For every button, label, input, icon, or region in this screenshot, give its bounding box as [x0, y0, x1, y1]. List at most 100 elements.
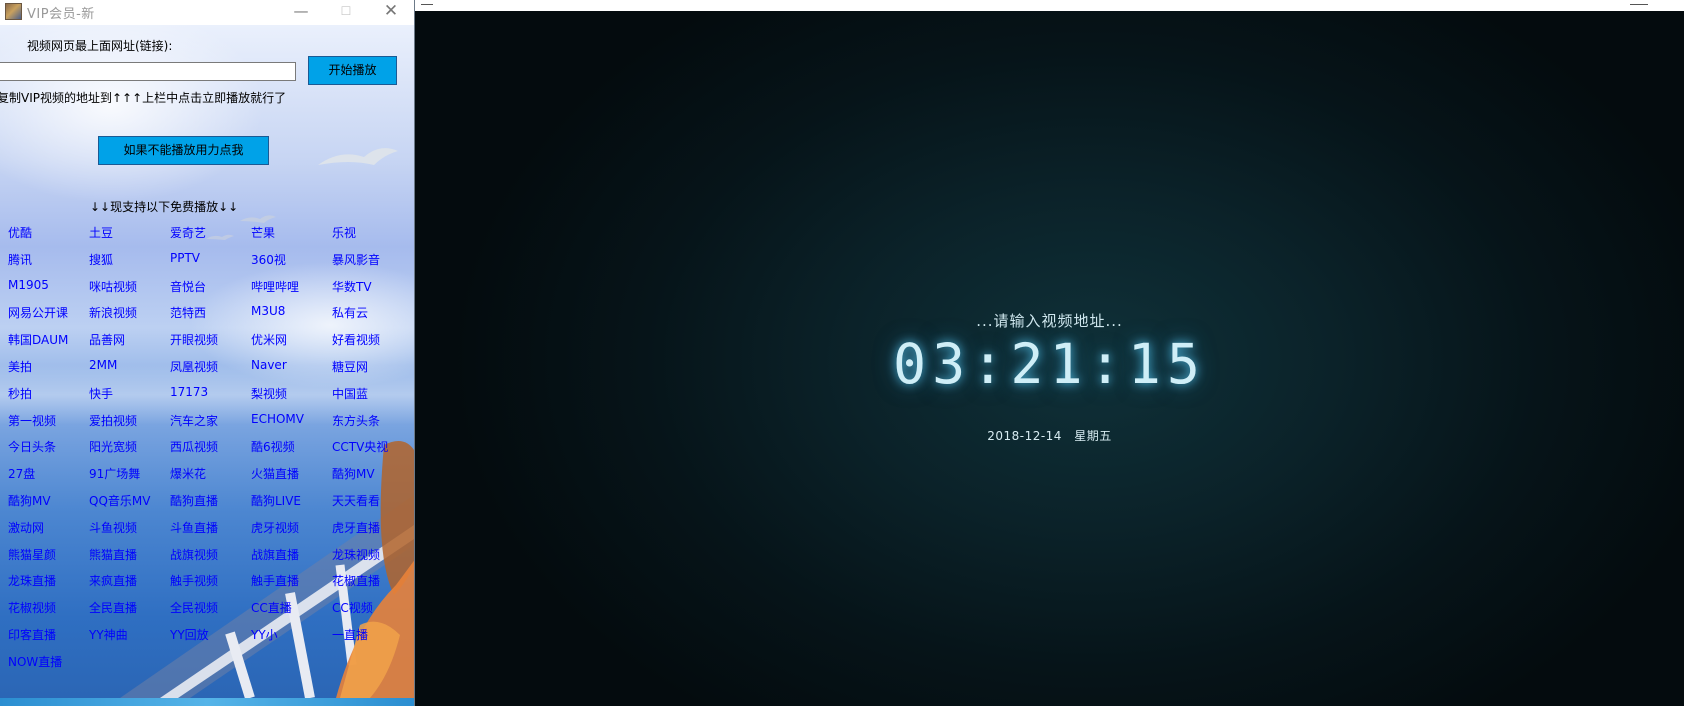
- site-link[interactable]: CCTV央视: [332, 438, 388, 455]
- site-link[interactable]: 腾讯: [8, 251, 32, 268]
- site-link[interactable]: YY神曲: [89, 626, 128, 643]
- minimize-button[interactable]: —: [280, 0, 322, 24]
- site-link[interactable]: ECHOMV: [251, 412, 304, 426]
- minimize-icon[interactable]: [1630, 0, 1648, 5]
- site-link[interactable]: 酷6视频: [251, 438, 295, 455]
- site-link[interactable]: 来疯直播: [89, 572, 137, 589]
- site-link[interactable]: 全民直播: [89, 599, 137, 616]
- vip-window: VIP会员-新 — ☐ ✕ 视频网页最上面网址(链接): 开始播放 复制VIP视…: [0, 0, 414, 706]
- site-row: 美拍 2MM 凤凰视频 Naver 糖豆网: [8, 358, 414, 385]
- site-link[interactable]: 秒拍: [8, 385, 32, 402]
- site-link[interactable]: 好看视频: [332, 331, 380, 348]
- site-link[interactable]: 音悦台: [170, 278, 206, 295]
- site-link[interactable]: 凤凰视频: [170, 358, 218, 375]
- site-link[interactable]: 全民视频: [170, 599, 218, 616]
- site-link[interactable]: 梨视频: [251, 385, 287, 402]
- site-link[interactable]: YY回放: [170, 626, 209, 643]
- site-link[interactable]: 搜狐: [89, 251, 113, 268]
- supported-sites-label: ↓↓现支持以下免费播放↓↓: [90, 200, 239, 214]
- site-link[interactable]: 酷狗MV: [8, 492, 51, 509]
- site-link[interactable]: 西瓜视频: [170, 438, 218, 455]
- site-link[interactable]: 开眼视频: [170, 331, 218, 348]
- site-link[interactable]: 触手直播: [251, 572, 299, 589]
- site-link[interactable]: 战旗视频: [170, 546, 218, 563]
- site-link[interactable]: 新浪视频: [89, 304, 137, 321]
- site-link[interactable]: 花椒直播: [332, 572, 380, 589]
- site-link[interactable]: 东方头条: [332, 412, 380, 429]
- site-link[interactable]: 火猫直播: [251, 465, 299, 482]
- site-link[interactable]: 乐视: [332, 224, 356, 241]
- client-area: 视频网页最上面网址(链接): 开始播放 复制VIP视频的地址到↑↑↑上栏中点击立…: [0, 25, 414, 698]
- weekday-text: 星期五: [1074, 429, 1112, 443]
- site-link[interactable]: 2MM: [89, 358, 117, 372]
- site-link[interactable]: 暴风影音: [332, 251, 380, 268]
- site-link[interactable]: 天天看看: [332, 492, 380, 509]
- site-link[interactable]: 美拍: [8, 358, 32, 375]
- site-link[interactable]: 网易公开课: [8, 304, 68, 321]
- site-link[interactable]: YY小: [251, 626, 278, 643]
- site-link[interactable]: CC视频: [332, 599, 373, 616]
- site-link[interactable]: 阳光宽频: [89, 438, 137, 455]
- site-link[interactable]: 激动网: [8, 519, 44, 536]
- site-link[interactable]: 龙珠直播: [8, 572, 56, 589]
- site-row: 秒拍 快手 17173 梨视频 中国蓝: [8, 385, 414, 412]
- site-row: 网易公开课 新浪视频 范特西 M3U8 私有云: [8, 304, 414, 331]
- site-link[interactable]: 斗鱼直播: [170, 519, 218, 536]
- site-link[interactable]: Naver: [251, 358, 287, 372]
- site-link[interactable]: QQ音乐MV: [89, 492, 150, 509]
- site-link[interactable]: M3U8: [251, 304, 285, 318]
- site-link[interactable]: 酷狗LIVE: [251, 492, 301, 509]
- site-link[interactable]: M1905: [8, 278, 49, 292]
- player-title-bar[interactable]: [415, 0, 1684, 11]
- site-link[interactable]: 360视: [251, 251, 286, 268]
- site-link[interactable]: 虎牙视频: [251, 519, 299, 536]
- player-window[interactable]: ...请输入视频地址... 03:21:15 2018-12-14 星期五: [415, 0, 1684, 706]
- site-link[interactable]: 今日头条: [8, 438, 56, 455]
- site-link[interactable]: 爱拍视频: [89, 412, 137, 429]
- site-link[interactable]: 糖豆网: [332, 358, 368, 375]
- site-row: 酷狗MV QQ音乐MV 酷狗直播 酷狗LIVE 天天看看: [8, 492, 414, 519]
- site-link[interactable]: 爱奇艺: [170, 224, 206, 241]
- site-link[interactable]: 韩国DAUM: [8, 331, 68, 348]
- site-link[interactable]: 91广场舞: [89, 465, 140, 482]
- site-link[interactable]: 优酷: [8, 224, 32, 241]
- site-link[interactable]: CC直播: [251, 599, 292, 616]
- site-link[interactable]: 27盘: [8, 465, 35, 482]
- site-link[interactable]: 爆米花: [170, 465, 206, 482]
- menu-icon[interactable]: [421, 0, 433, 5]
- site-link[interactable]: 酷狗MV: [332, 465, 375, 482]
- site-link[interactable]: 芒果: [251, 224, 275, 241]
- site-link[interactable]: 战旗直播: [251, 546, 299, 563]
- site-link[interactable]: 熊猫星颜: [8, 546, 56, 563]
- site-link[interactable]: 酷狗直播: [170, 492, 218, 509]
- site-link[interactable]: 私有云: [332, 304, 368, 321]
- site-link[interactable]: 汽车之家: [170, 412, 218, 429]
- title-bar[interactable]: VIP会员-新 — ☐ ✕: [0, 0, 414, 24]
- fallback-help-button[interactable]: 如果不能播放用力点我: [98, 136, 269, 165]
- site-link[interactable]: 土豆: [89, 224, 113, 241]
- site-link[interactable]: 龙珠视频: [332, 546, 380, 563]
- site-link[interactable]: 中国蓝: [332, 385, 368, 402]
- url-input[interactable]: [0, 62, 296, 81]
- site-link[interactable]: 哔哩哔哩: [251, 278, 299, 295]
- site-link[interactable]: 斗鱼视频: [89, 519, 137, 536]
- site-link[interactable]: 品善网: [89, 331, 125, 348]
- site-link[interactable]: PPTV: [170, 251, 200, 265]
- start-play-button[interactable]: 开始播放: [308, 56, 397, 85]
- site-link[interactable]: 优米网: [251, 331, 287, 348]
- site-link[interactable]: 一直播: [332, 626, 368, 643]
- maximize-button[interactable]: ☐: [325, 0, 367, 24]
- site-link[interactable]: 快手: [89, 385, 113, 402]
- close-button[interactable]: ✕: [370, 0, 412, 24]
- site-link[interactable]: 花椒视频: [8, 599, 56, 616]
- site-link[interactable]: 华数TV: [332, 278, 372, 295]
- site-link[interactable]: 印客直播: [8, 626, 56, 643]
- site-link[interactable]: 触手视频: [170, 572, 218, 589]
- site-link[interactable]: 咪咕视频: [89, 278, 137, 295]
- site-link[interactable]: NOW直播: [8, 653, 62, 670]
- site-link[interactable]: 熊猫直播: [89, 546, 137, 563]
- site-link[interactable]: 17173: [170, 385, 208, 399]
- site-link[interactable]: 第一视频: [8, 412, 56, 429]
- site-link[interactable]: 虎牙直播: [332, 519, 380, 536]
- site-link[interactable]: 范特西: [170, 304, 206, 321]
